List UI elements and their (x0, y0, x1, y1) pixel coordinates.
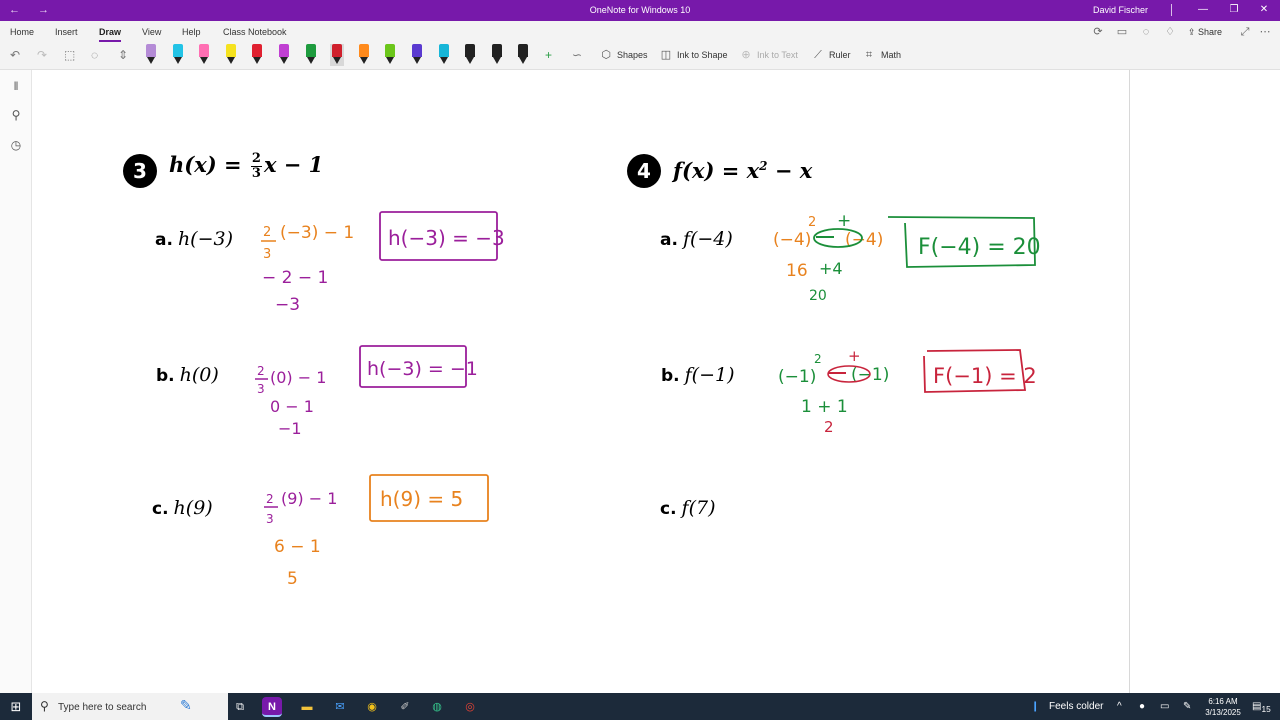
ink-4a-steps: +4 20 (809, 259, 843, 304)
ink-text: 2 (266, 492, 274, 506)
ink-text: 1 + 1 (801, 397, 848, 417)
ink-text: + (848, 347, 861, 365)
ink-text: (−4) (773, 230, 811, 250)
onenote-taskbar-icon[interactable]: N (262, 697, 282, 717)
weather-text[interactable]: Feels colder (1049, 701, 1103, 712)
windows-taskbar: ⊞ ⚲ Type here to search ✎ ⧉ N ▬ ✉ ◉ ✐ ◍ … (0, 693, 1280, 720)
pen-app-icon[interactable]: ✐ (395, 697, 415, 717)
onenote-window: ← → OneNote for Windows 10 David Fischer… (0, 0, 1280, 720)
chrome-icon[interactable]: ◉ (362, 697, 382, 717)
ink-3c-steps: 6 − 1 5 (274, 537, 321, 589)
tray-chevron-icon[interactable]: ^ (1117, 701, 1122, 712)
task-view-icon[interactable]: ⧉ (230, 697, 250, 717)
ink-3b-work: 2 3 (0) − 1 0 − 1 −1 (255, 364, 326, 438)
weather-icon[interactable]: ❙ (1031, 701, 1039, 712)
taskbar-clock[interactable]: 6:16 AM 3/13/2025 (1199, 696, 1247, 718)
ink-layer: 2 3 (−3) − 1 − 2 − 1 −3 h(−3) = −3 2 3 (… (255, 211, 1041, 589)
ink-text: 2 (808, 215, 816, 230)
ink-text: (9) − 1 (281, 489, 337, 508)
ink-text: 2 (824, 418, 834, 436)
ink-text: 3 (257, 382, 265, 396)
microphone-icon[interactable]: ● (1139, 701, 1145, 712)
answer-3c: h(9) = 5 (380, 487, 463, 511)
notification-count: 15 (1261, 704, 1271, 714)
ink-text: 16 (786, 261, 808, 281)
taskbar-search[interactable]: ⚲ Type here to search ✎ (32, 693, 228, 720)
ink-text: 2 (263, 225, 271, 240)
ink-3c-work: 2 3 (9) − 1 (264, 489, 337, 526)
ink-text: 2 (814, 352, 822, 366)
ink-text: (−1) (778, 367, 816, 387)
ink-3a-work: 2 3 (−3) − 1 (261, 223, 354, 262)
answer-3a: h(−3) = −3 (388, 226, 505, 250)
answer-4b: F(−1) = 2 (933, 364, 1037, 388)
ink-text: 3 (266, 512, 274, 526)
ink-text: + (837, 211, 851, 231)
file-explorer-icon[interactable]: ▬ (297, 697, 317, 717)
ink-text: 5 (287, 569, 298, 589)
ink-text: −3 (275, 295, 300, 315)
search-highlight-icon: ✎ (180, 697, 192, 713)
windows-start-icon[interactable]: ⊞ (6, 697, 26, 717)
pen-workspace-icon[interactable]: ✎ (1183, 701, 1191, 712)
notification-icon[interactable]: ▤15 (1252, 701, 1271, 714)
ink-text: (−4) (845, 230, 883, 250)
ink-text: 2 (257, 364, 265, 378)
network-icon[interactable]: ▭ (1160, 701, 1169, 712)
answer-3b: h(−3) = −1 (367, 358, 478, 380)
answer-4a: F(−4) = 20 (918, 235, 1041, 260)
edge-icon[interactable]: ◍ (427, 697, 447, 717)
ink-4b-work: (−1) 2 (−1) 1 + 1 (778, 352, 889, 417)
clock-time: 6:16 AM (1208, 697, 1238, 706)
ink-text: 0 − 1 (270, 397, 314, 416)
ink-text: 3 (263, 247, 271, 262)
ink-text: −1 (278, 419, 302, 438)
ink-text: − 2 − 1 (262, 268, 328, 288)
clock-date: 3/13/2025 (1205, 708, 1241, 717)
chrome-profile-icon[interactable]: ◎ (460, 697, 480, 717)
ink-text: 6 − 1 (274, 537, 321, 557)
ink-text: (0) − 1 (270, 368, 326, 387)
ink-text: +4 (819, 259, 843, 278)
ink-text: (−3) − 1 (280, 223, 354, 243)
search-icon: ⚲ (40, 699, 49, 713)
ink-3a-steps: − 2 − 1 −3 (262, 268, 328, 315)
ink-text: 20 (809, 288, 827, 304)
mail-icon[interactable]: ✉ (330, 697, 350, 717)
search-placeholder: Type here to search (58, 702, 147, 713)
